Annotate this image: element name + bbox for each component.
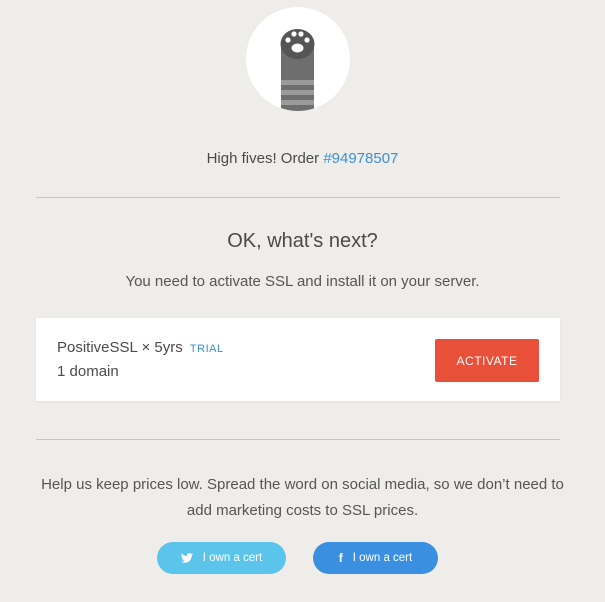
twitter-icon: [180, 553, 193, 563]
order-confirmation-text: High fives! Order: [206, 150, 324, 167]
cat-paw-avatar: [246, 7, 350, 111]
domain-count: 1 domain: [57, 363, 119, 380]
divider: [36, 439, 560, 440]
next-steps-title: OK, what's next?: [227, 230, 378, 252]
share-message: Help us keep prices low. Spread the word…: [41, 476, 564, 519]
facebook-share-button[interactable]: f I own a cert: [313, 542, 438, 574]
twitter-share-button[interactable]: I own a cert: [157, 542, 286, 574]
twitter-share-label: I own a cert: [202, 552, 263, 564]
order-confirmation: High fives! Order #94978507: [0, 150, 605, 167]
order-number-link[interactable]: #94978507: [323, 150, 398, 167]
divider: [36, 197, 560, 198]
activate-button[interactable]: ACTIVATE: [435, 339, 539, 382]
product-name-line: PositiveSSL × 5yrs TRIAL: [57, 339, 224, 356]
cat-paw-icon: [280, 29, 315, 111]
next-steps-subtitle: You need to activate SSL and install it …: [125, 273, 480, 290]
facebook-share-label: I own a cert: [352, 552, 413, 564]
product-name: PositiveSSL × 5yrs: [57, 339, 183, 356]
facebook-icon: f: [338, 551, 343, 565]
product-card: PositiveSSL × 5yrs TRIAL 1 domain ACTIVA…: [36, 318, 560, 401]
trial-badge: TRIAL: [189, 343, 224, 355]
